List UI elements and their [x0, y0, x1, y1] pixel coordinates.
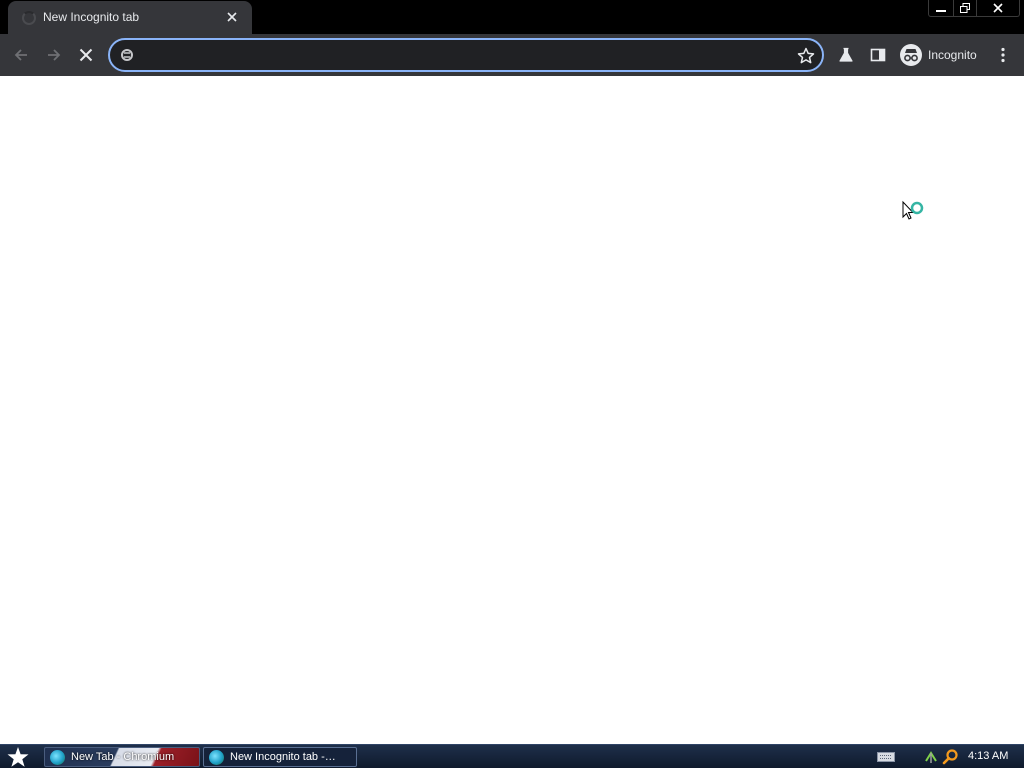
- tab-strip: New Incognito tab: [0, 0, 1024, 34]
- window-close-button[interactable]: [976, 0, 1020, 17]
- restore-button[interactable]: [953, 0, 977, 17]
- page-content: [0, 76, 1024, 744]
- back-button[interactable]: [8, 42, 34, 68]
- side-panel-button[interactable]: [865, 42, 891, 68]
- forward-button[interactable]: [41, 42, 67, 68]
- incognito-icon: [900, 44, 922, 66]
- desktop-screen: New Incognito tab Incognito New Tab - Ch…: [0, 0, 1024, 768]
- side-panel-icon: [870, 48, 886, 62]
- chrome-menu-button[interactable]: [990, 42, 1016, 68]
- busy-cursor-icon: [902, 200, 924, 220]
- taskbar-item-chromium[interactable]: New Tab - Chromium: [44, 747, 200, 767]
- keyboard-icon[interactable]: [877, 751, 895, 763]
- minimize-icon: [936, 10, 946, 12]
- close-icon[interactable]: [224, 9, 240, 25]
- search-chip-icon: [121, 49, 133, 61]
- address-input[interactable]: [140, 44, 780, 66]
- spinner-icon: [22, 11, 36, 25]
- close-icon: [993, 3, 1003, 13]
- tab-new-incognito[interactable]: New Incognito tab: [8, 1, 252, 34]
- flask-icon: [839, 47, 853, 62]
- stop-icon: [79, 48, 93, 62]
- taskbar-item-label: New Incognito tab -…: [230, 751, 336, 763]
- tab-title: New Incognito tab: [43, 10, 140, 24]
- restore-icon: [960, 3, 970, 13]
- clock[interactable]: 4:13 AM: [968, 750, 1008, 762]
- arrow-left-icon: [14, 49, 27, 61]
- network-icon[interactable]: [923, 749, 939, 765]
- search-icon[interactable]: [942, 748, 959, 765]
- taskbar-item-incognito[interactable]: New Incognito tab -…: [203, 747, 357, 767]
- labs-button[interactable]: [833, 42, 859, 68]
- profile-label: Incognito: [928, 48, 977, 62]
- star-icon[interactable]: [796, 46, 816, 66]
- chromium-icon: [50, 750, 65, 765]
- stop-loading-button[interactable]: [73, 42, 99, 68]
- arrow-right-icon: [48, 49, 61, 61]
- minimize-button[interactable]: [928, 0, 954, 17]
- browser-toolbar: Incognito: [0, 34, 1024, 76]
- kebab-menu-icon: [1001, 47, 1005, 63]
- chromium-icon: [209, 750, 224, 765]
- star-start-icon[interactable]: [6, 746, 30, 768]
- profile-incognito-button[interactable]: Incognito: [897, 41, 983, 69]
- taskbar: New Tab - Chromium New Incognito tab -… …: [0, 744, 1024, 768]
- taskbar-item-label: New Tab - Chromium: [71, 751, 175, 763]
- address-bar[interactable]: [108, 38, 824, 72]
